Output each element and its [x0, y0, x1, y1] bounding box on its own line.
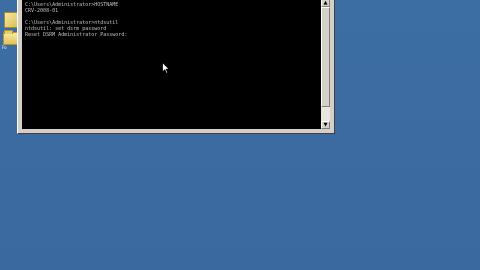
desktop-icon-label: Fo — [2, 45, 7, 50]
vertical-scrollbar[interactable]: ▲ ▼ — [321, 0, 330, 129]
console-line: Reset DSRM Administrator Password: — [25, 32, 128, 38]
console-output[interactable]: C:\Users\Administrator>HOSTNAME CRV-2008… — [22, 0, 321, 129]
console-line: CRV-2008-01 — [25, 8, 59, 14]
mouse-pointer-icon — [162, 62, 170, 74]
desktop: Fo C:\Users\Administrator>HOSTNAME CRV-2… — [0, 0, 480, 270]
scroll-up-button[interactable]: ▲ — [321, 0, 330, 7]
scroll-down-button[interactable]: ▼ — [321, 121, 330, 129]
command-prompt-window[interactable]: C:\Users\Administrator>HOSTNAME CRV-2008… — [17, 0, 335, 134]
scroll-thumb[interactable] — [321, 7, 330, 107]
